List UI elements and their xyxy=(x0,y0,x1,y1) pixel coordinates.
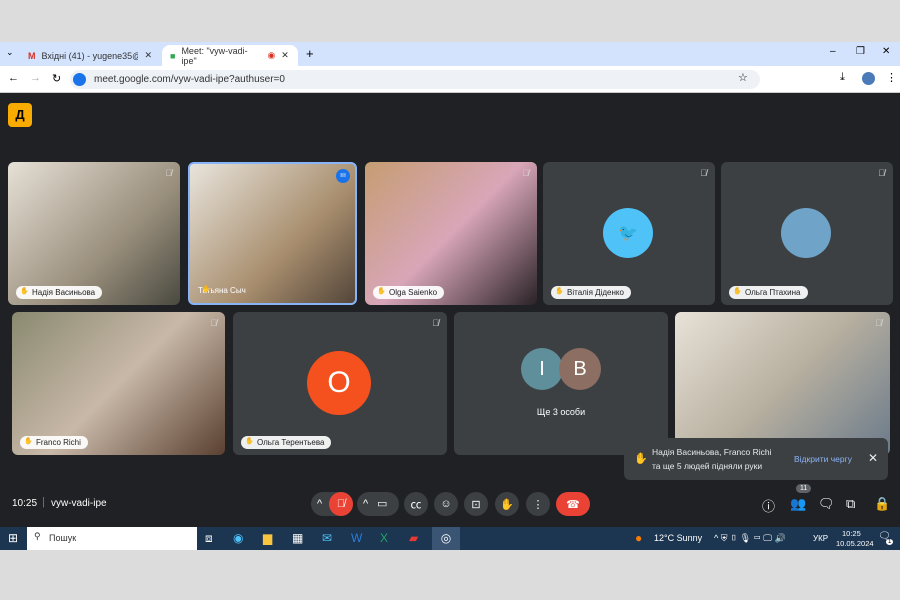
activities-icon[interactable]: ⧉ xyxy=(846,496,855,512)
mic-off-icon: 🎙̸ xyxy=(878,168,885,178)
profile-avatar[interactable] xyxy=(862,72,875,85)
pdf-icon[interactable]: ▰ xyxy=(409,531,418,545)
info-icon[interactable]: ⓘ xyxy=(762,496,775,515)
raised-hands-notification: ✋ Надія Васиньова, Franco Richi та ще 5 … xyxy=(624,438,888,480)
participant-tile[interactable]: 🎙̸Надія Васиньова xyxy=(8,162,180,305)
hang-up-icon: ☎ xyxy=(566,498,580,511)
minimize-icon[interactable]: – xyxy=(830,46,836,57)
avatar: B xyxy=(559,348,601,390)
more-icon: ⋮ xyxy=(532,498,544,511)
clock-date: 10.05.2024 xyxy=(836,539,874,548)
people-count-badge: 11 xyxy=(796,484,812,493)
video-options-button[interactable]: ^ ▭ xyxy=(357,492,399,516)
hand-icon: ✋ xyxy=(500,498,514,511)
search-icon: ⚲ xyxy=(34,531,41,541)
mic-off-icon: 🎙̸ xyxy=(522,168,529,178)
present-button[interactable]: ⊡ xyxy=(464,492,488,516)
captions-button[interactable]: ㏄ xyxy=(404,492,428,516)
excel-icon[interactable]: X xyxy=(380,531,388,545)
meet-area: Д 🎙̸Надія Васиньова ıııТатьяна Сыч 🎙̸Olg… xyxy=(0,93,900,527)
leave-call-button[interactable]: ☎ xyxy=(556,492,590,516)
hand-icon: ✋ xyxy=(634,453,648,465)
site-info-icon[interactable] xyxy=(73,73,86,86)
chrome-icon[interactable]: ◎ xyxy=(432,527,460,550)
people-icon[interactable]: 👥 xyxy=(790,496,806,512)
mic-off-icon: 🎙̸ xyxy=(432,318,439,328)
meeting-logo: Д xyxy=(8,103,32,127)
avatar: 🐦 xyxy=(603,208,653,258)
host-controls-icon[interactable]: 🔒 xyxy=(874,496,890,512)
participant-tile[interactable]: 🎙̸🐦Віталія Діденко xyxy=(543,162,715,305)
system-tray-icons[interactable]: ^ ⛨ ▯ 🎙 ▭ 🖵 🔊 xyxy=(714,533,786,544)
mic-off-icon: 🎙̸ xyxy=(210,318,217,328)
weather-text: 12°C Sunny xyxy=(654,533,703,543)
tab-list-chevron-icon[interactable]: ⌄ xyxy=(6,47,14,58)
audio-options-button[interactable]: ^ 🎙̸ xyxy=(311,492,353,516)
menu-icon[interactable]: ⋮ xyxy=(886,71,897,84)
emoji-icon: ☺ xyxy=(440,498,452,510)
others-tile[interactable]: I B Ще 3 особи xyxy=(454,312,668,455)
close-icon[interactable]: ✕ xyxy=(868,451,878,465)
meeting-code: vyw-vadi-ipe xyxy=(51,498,107,509)
close-icon[interactable]: ✕ xyxy=(281,50,289,61)
address-bar: ← → ↻ meet.google.com/vyw-vadi-ipe?authu… xyxy=(0,66,900,93)
reactions-button[interactable]: ☺ xyxy=(434,492,458,516)
bookmark-star-icon[interactable]: ☆ xyxy=(738,71,748,84)
mail-icon[interactable]: ✉ xyxy=(322,531,332,545)
meet-icon: ■ xyxy=(170,50,176,61)
reload-icon[interactable]: ↻ xyxy=(52,72,61,85)
participant-tile[interactable]: 🎙̸Franco Richi xyxy=(12,312,225,455)
windows-start-icon[interactable]: ⊞ xyxy=(8,531,18,545)
file-explorer-icon[interactable]: ▆ xyxy=(263,531,272,545)
taskbar: ⊞ ⚲ Пошук ⧈ ◉ ▆ ▦ ✉ W X ▰ ◎ ● 12°C Sunny … xyxy=(0,527,900,550)
mic-off-icon: 🎙̸ xyxy=(700,168,707,178)
new-tab-icon[interactable]: + xyxy=(306,46,314,61)
participant-tile[interactable]: 🎙̸OОльга Терентьева xyxy=(233,312,447,455)
close-icon[interactable]: ✕ xyxy=(144,50,152,61)
avatar: I xyxy=(521,348,563,390)
divider: | xyxy=(42,496,45,508)
forward-icon[interactable]: → xyxy=(30,72,41,84)
participant-tile[interactable]: 🎙̸Ольга Птахина xyxy=(721,162,893,305)
edge-icon[interactable]: ◉ xyxy=(233,531,243,545)
meeting-time: 10:25 xyxy=(12,498,38,509)
chat-icon[interactable]: 🗨 xyxy=(818,496,835,512)
url-input[interactable]: meet.google.com/vyw-vadi-ipe?authuser=0 xyxy=(70,70,760,89)
others-label: Ще 3 особи xyxy=(536,407,586,417)
notifications-badge: 1 xyxy=(886,539,894,545)
tab-bar: ⌄ MВхідні (41) - yugene35@gmail.c✕ ■Meet… xyxy=(0,42,900,66)
mic-off-icon[interactable]: 🎙̸ xyxy=(329,492,353,516)
word-icon[interactable]: W xyxy=(351,531,362,545)
raise-hand-button[interactable]: ✋ xyxy=(495,492,519,516)
participant-tile[interactable]: 🎙̸ xyxy=(675,312,890,455)
gmail-icon: M xyxy=(28,50,36,61)
participant-tile[interactable]: 🎙̸Olga Saienko xyxy=(365,162,537,305)
weather-icon: ● xyxy=(635,531,643,545)
store-icon[interactable]: ▦ xyxy=(292,531,303,545)
clock-time: 10:25 xyxy=(842,529,861,538)
open-queue-link[interactable]: Відкрити чергу xyxy=(794,454,852,464)
taskbar-search-input[interactable]: ⚲ Пошук xyxy=(27,527,197,550)
task-view-icon[interactable]: ⧈ xyxy=(205,531,213,546)
mic-off-icon: 🎙̸ xyxy=(875,318,882,328)
camera-icon[interactable]: ▭ xyxy=(377,497,387,510)
back-icon[interactable]: ← xyxy=(8,72,19,84)
present-icon: ⊡ xyxy=(471,498,481,511)
maximize-icon[interactable]: ❐ xyxy=(856,46,865,57)
tab-meet[interactable]: ■ Meet: "vyw-vadi-ipe" ◉ ✕ xyxy=(162,45,298,66)
participant-tile-speaking[interactable]: ıııТатьяна Сыч xyxy=(188,162,357,305)
speaking-indicator-icon: ııı xyxy=(336,169,350,183)
avatar: O xyxy=(307,351,371,415)
captions-icon: ㏄ xyxy=(410,499,422,511)
avatar xyxy=(781,208,831,258)
tab-gmail[interactable]: MВхідні (41) - yugene35@gmail.c✕ xyxy=(20,45,160,66)
close-window-icon[interactable]: ✕ xyxy=(882,46,890,57)
mic-off-icon: 🎙̸ xyxy=(165,168,172,178)
recording-icon: ◉ xyxy=(267,50,276,60)
download-icon[interactable]: ⤓ xyxy=(840,71,845,84)
more-options-button[interactable]: ⋮ xyxy=(526,492,550,516)
language-indicator[interactable]: УКР xyxy=(813,534,828,543)
